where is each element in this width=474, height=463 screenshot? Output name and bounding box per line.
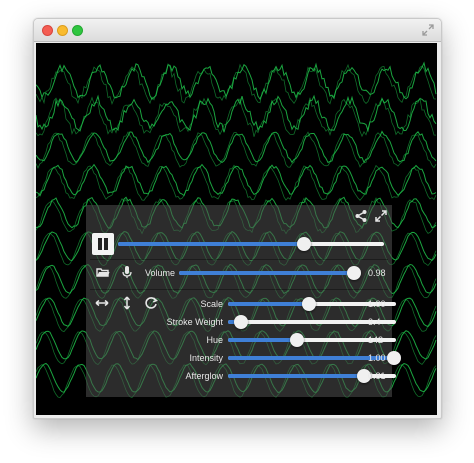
waveform-line bbox=[36, 163, 437, 197]
waveform-line bbox=[36, 131, 437, 169]
scale-label: Scale bbox=[200, 299, 223, 309]
stroke-weight-label: Stroke Weight bbox=[166, 317, 223, 327]
waveform-line bbox=[36, 96, 437, 138]
waveform-line bbox=[36, 94, 437, 133]
intensity-value: 1.00 bbox=[368, 353, 386, 363]
horizontal-arrows-icon[interactable] bbox=[92, 293, 112, 313]
title-bar[interactable] bbox=[34, 19, 441, 42]
slider-knob[interactable] bbox=[289, 333, 304, 347]
pause-icon bbox=[98, 238, 102, 250]
waveform-line bbox=[36, 63, 437, 106]
volume-label: Volume bbox=[144, 268, 175, 278]
stroke-weight-value: 3.4 bbox=[368, 317, 381, 327]
slider-knob[interactable] bbox=[347, 266, 362, 280]
vertical-arrows-icon[interactable] bbox=[117, 293, 137, 313]
control-panel: Volume 0.98 Scale 1.00 Stroke Weight 3.4… bbox=[86, 205, 402, 397]
app-window: Volume 0.98 Scale 1.00 Stroke Weight 3.4… bbox=[33, 18, 442, 419]
afterglow-label: Afterglow bbox=[185, 371, 223, 381]
share-icon[interactable] bbox=[354, 209, 368, 223]
volume-slider[interactable] bbox=[179, 266, 362, 280]
slider-knob[interactable] bbox=[297, 237, 312, 251]
minimize-window-button[interactable] bbox=[57, 25, 68, 36]
waveform-line bbox=[36, 61, 437, 101]
scale-value: 1.00 bbox=[368, 299, 386, 309]
expand-icon[interactable] bbox=[374, 209, 388, 223]
pause-button[interactable] bbox=[92, 233, 114, 255]
zoom-window-button[interactable] bbox=[72, 25, 83, 36]
close-window-button[interactable] bbox=[42, 25, 53, 36]
slider-knob[interactable] bbox=[234, 315, 249, 329]
volume-value: 0.98 bbox=[368, 268, 386, 278]
hue-value: 142 bbox=[368, 335, 384, 345]
afterglow-value: 0.81 bbox=[368, 371, 386, 381]
fullscreen-arrows-icon[interactable] bbox=[421, 23, 435, 37]
playback-progress-slider[interactable] bbox=[118, 237, 384, 251]
visualizer-canvas: Volume 0.98 Scale 1.00 Stroke Weight 3.4… bbox=[36, 43, 437, 415]
intensity-label: Intensity bbox=[189, 353, 223, 363]
slider-knob[interactable] bbox=[301, 297, 316, 311]
hue-label: Hue bbox=[206, 335, 223, 345]
